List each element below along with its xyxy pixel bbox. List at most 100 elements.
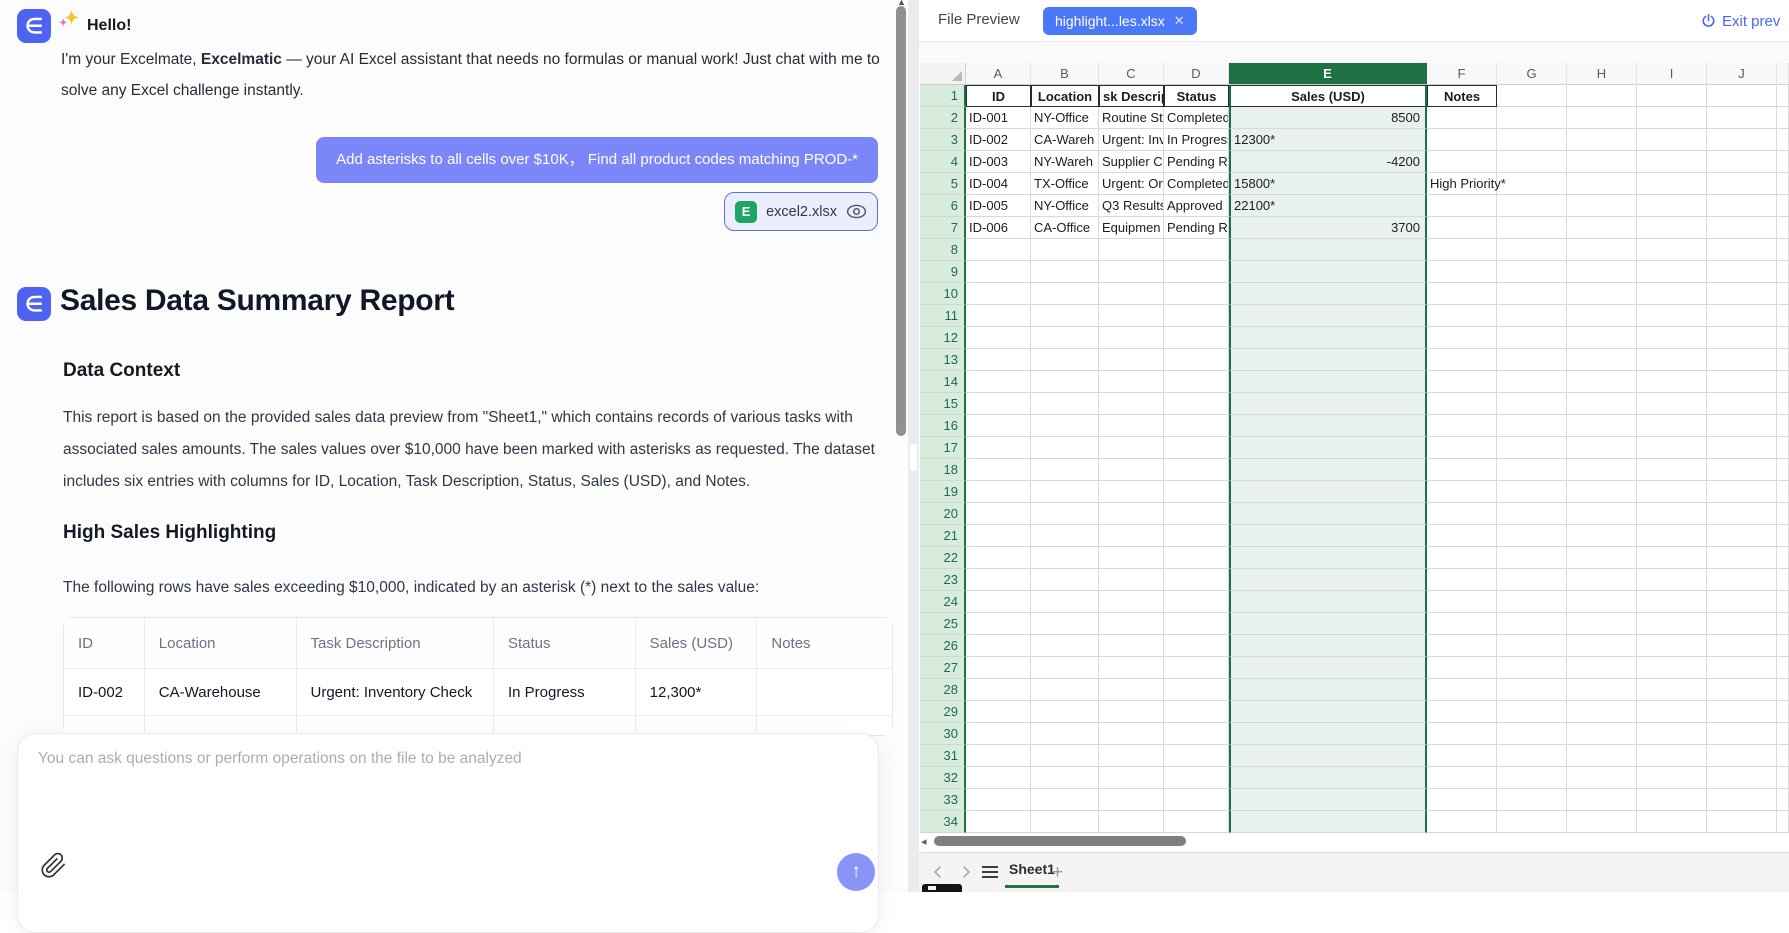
sheet-cell-F13[interactable]: [1427, 349, 1497, 371]
sheet-cell-G31[interactable]: [1497, 745, 1567, 767]
row-header-33[interactable]: 33: [920, 789, 966, 811]
sheet-cell-G18[interactable]: [1497, 459, 1567, 481]
sheet-cell-A28[interactable]: [966, 679, 1031, 701]
sheet-cell-I33[interactable]: [1637, 789, 1707, 811]
sheet-cell-J6[interactable]: [1707, 195, 1777, 217]
sheet-cell-J10[interactable]: [1707, 283, 1777, 305]
column-header-H[interactable]: H: [1567, 63, 1637, 85]
sheet-cell-I22[interactable]: [1637, 547, 1707, 569]
sheet-cell-J22[interactable]: [1707, 547, 1777, 569]
sheet-cell-B1[interactable]: Location: [1031, 85, 1099, 107]
sheet-tab-sheet1[interactable]: Sheet1: [1005, 858, 1059, 888]
sheet-cell-E21[interactable]: [1229, 525, 1427, 547]
sheet-cell-D33[interactable]: [1164, 789, 1229, 811]
sheet-cell-F19[interactable]: [1427, 481, 1497, 503]
sheet-cell-F30[interactable]: [1427, 723, 1497, 745]
sheet-cell-C6[interactable]: Q3 Results: [1099, 195, 1164, 217]
sheet-cell-G32[interactable]: [1497, 767, 1567, 789]
sheet-cell-B10[interactable]: [1031, 283, 1099, 305]
sheet-cell-F8[interactable]: [1427, 239, 1497, 261]
sheet-cell-D28[interactable]: [1164, 679, 1229, 701]
sheet-cell-D27[interactable]: [1164, 657, 1229, 679]
row-header-13[interactable]: 13: [920, 349, 966, 371]
sheet-cell-C25[interactable]: [1099, 613, 1164, 635]
column-header-I[interactable]: I: [1637, 63, 1707, 85]
sheet-cell-F26[interactable]: [1427, 635, 1497, 657]
sheet-cell-E15[interactable]: [1229, 393, 1427, 415]
sheet-cell-D4[interactable]: Pending Re: [1164, 151, 1229, 173]
sheet-cell-G16[interactable]: [1497, 415, 1567, 437]
row-header-34[interactable]: 34: [920, 811, 966, 833]
sheet-cell-C8[interactable]: [1099, 239, 1164, 261]
sheet-cell-J32[interactable]: [1707, 767, 1777, 789]
sheet-cell-F3[interactable]: [1427, 129, 1497, 151]
sheet-cell-E8[interactable]: [1229, 239, 1427, 261]
sheet-cell-E17[interactable]: [1229, 437, 1427, 459]
sheet-cell-F33[interactable]: [1427, 789, 1497, 811]
row-header-29[interactable]: 29: [920, 701, 966, 723]
sheet-cell-F20[interactable]: [1427, 503, 1497, 525]
sheet-cell-D22[interactable]: [1164, 547, 1229, 569]
row-header-12[interactable]: 12: [920, 327, 966, 349]
sheet-cell-C33[interactable]: [1099, 789, 1164, 811]
sheet-cell-I11[interactable]: [1637, 305, 1707, 327]
add-sheet-button[interactable]: +: [1052, 862, 1063, 884]
sheet-cell-I28[interactable]: [1637, 679, 1707, 701]
sheet-cell-C5[interactable]: Urgent: Or: [1099, 173, 1164, 195]
hscroll-left-arrow-icon[interactable]: ◂: [921, 835, 927, 848]
sheet-cell-E28[interactable]: [1229, 679, 1427, 701]
sheet-cell-H28[interactable]: [1567, 679, 1637, 701]
sheet-cell-D23[interactable]: [1164, 569, 1229, 591]
sheet-cell-C34[interactable]: [1099, 811, 1164, 833]
sheet-cell-I23[interactable]: [1637, 569, 1707, 591]
sheet-cell-E5[interactable]: 15800*: [1229, 173, 1427, 195]
row-header-27[interactable]: 27: [920, 657, 966, 679]
sheet-cell-C13[interactable]: [1099, 349, 1164, 371]
file-tab[interactable]: highlight...les.xlsx ✕: [1043, 7, 1197, 35]
sheet-cell-I20[interactable]: [1637, 503, 1707, 525]
sheet-cell-H31[interactable]: [1567, 745, 1637, 767]
sheet-cell-I1[interactable]: [1637, 85, 1707, 107]
sheet-cell-C29[interactable]: [1099, 701, 1164, 723]
sheet-cell-D11[interactable]: [1164, 305, 1229, 327]
sheet-cell-D5[interactable]: Completed: [1164, 173, 1229, 195]
row-header-26[interactable]: 26: [920, 635, 966, 657]
sheet-cell-A32[interactable]: [966, 767, 1031, 789]
sheet-cell-E22[interactable]: [1229, 547, 1427, 569]
sheet-cell-A34[interactable]: [966, 811, 1031, 833]
sheet-cell-B4[interactable]: NY-Wareh: [1031, 151, 1099, 173]
sheet-cell-H13[interactable]: [1567, 349, 1637, 371]
sheet-cell-D7[interactable]: Pending Re: [1164, 217, 1229, 239]
sheet-cell-F27[interactable]: [1427, 657, 1497, 679]
sheet-cell-J20[interactable]: [1707, 503, 1777, 525]
sheet-cell-E14[interactable]: [1229, 371, 1427, 393]
sheet-cell-F2[interactable]: [1427, 107, 1497, 129]
row-header-15[interactable]: 15: [920, 393, 966, 415]
sheet-cell-B19[interactable]: [1031, 481, 1099, 503]
sheet-cell-B3[interactable]: CA-Wareh: [1031, 129, 1099, 151]
sheet-cell-A4[interactable]: ID-003: [966, 151, 1031, 173]
sheet-cell-I24[interactable]: [1637, 591, 1707, 613]
sheet-cell-C4[interactable]: Supplier C: [1099, 151, 1164, 173]
row-header-6[interactable]: 6: [920, 195, 966, 217]
sheet-cell-D20[interactable]: [1164, 503, 1229, 525]
row-header-8[interactable]: 8: [920, 239, 966, 261]
row-header-1[interactable]: 1: [920, 85, 966, 107]
sheet-cell-D14[interactable]: [1164, 371, 1229, 393]
column-header-B[interactable]: B: [1031, 63, 1099, 85]
row-header-2[interactable]: 2: [920, 107, 966, 129]
sheet-cell-A5[interactable]: ID-004: [966, 173, 1031, 195]
sheet-cell-G27[interactable]: [1497, 657, 1567, 679]
sheet-cell-F7[interactable]: [1427, 217, 1497, 239]
sheet-cell-I5[interactable]: [1637, 173, 1707, 195]
sheet-cell-D1[interactable]: Status: [1164, 85, 1229, 107]
sheet-cell-B15[interactable]: [1031, 393, 1099, 415]
column-header-F[interactable]: F: [1427, 63, 1497, 85]
sheet-cell-H22[interactable]: [1567, 547, 1637, 569]
row-header-20[interactable]: 20: [920, 503, 966, 525]
sheet-cell-E10[interactable]: [1229, 283, 1427, 305]
select-all-corner[interactable]: [920, 63, 966, 85]
sheet-cell-H3[interactable]: [1567, 129, 1637, 151]
row-header-7[interactable]: 7: [920, 217, 966, 239]
sheet-cell-B5[interactable]: TX-Office: [1031, 173, 1099, 195]
